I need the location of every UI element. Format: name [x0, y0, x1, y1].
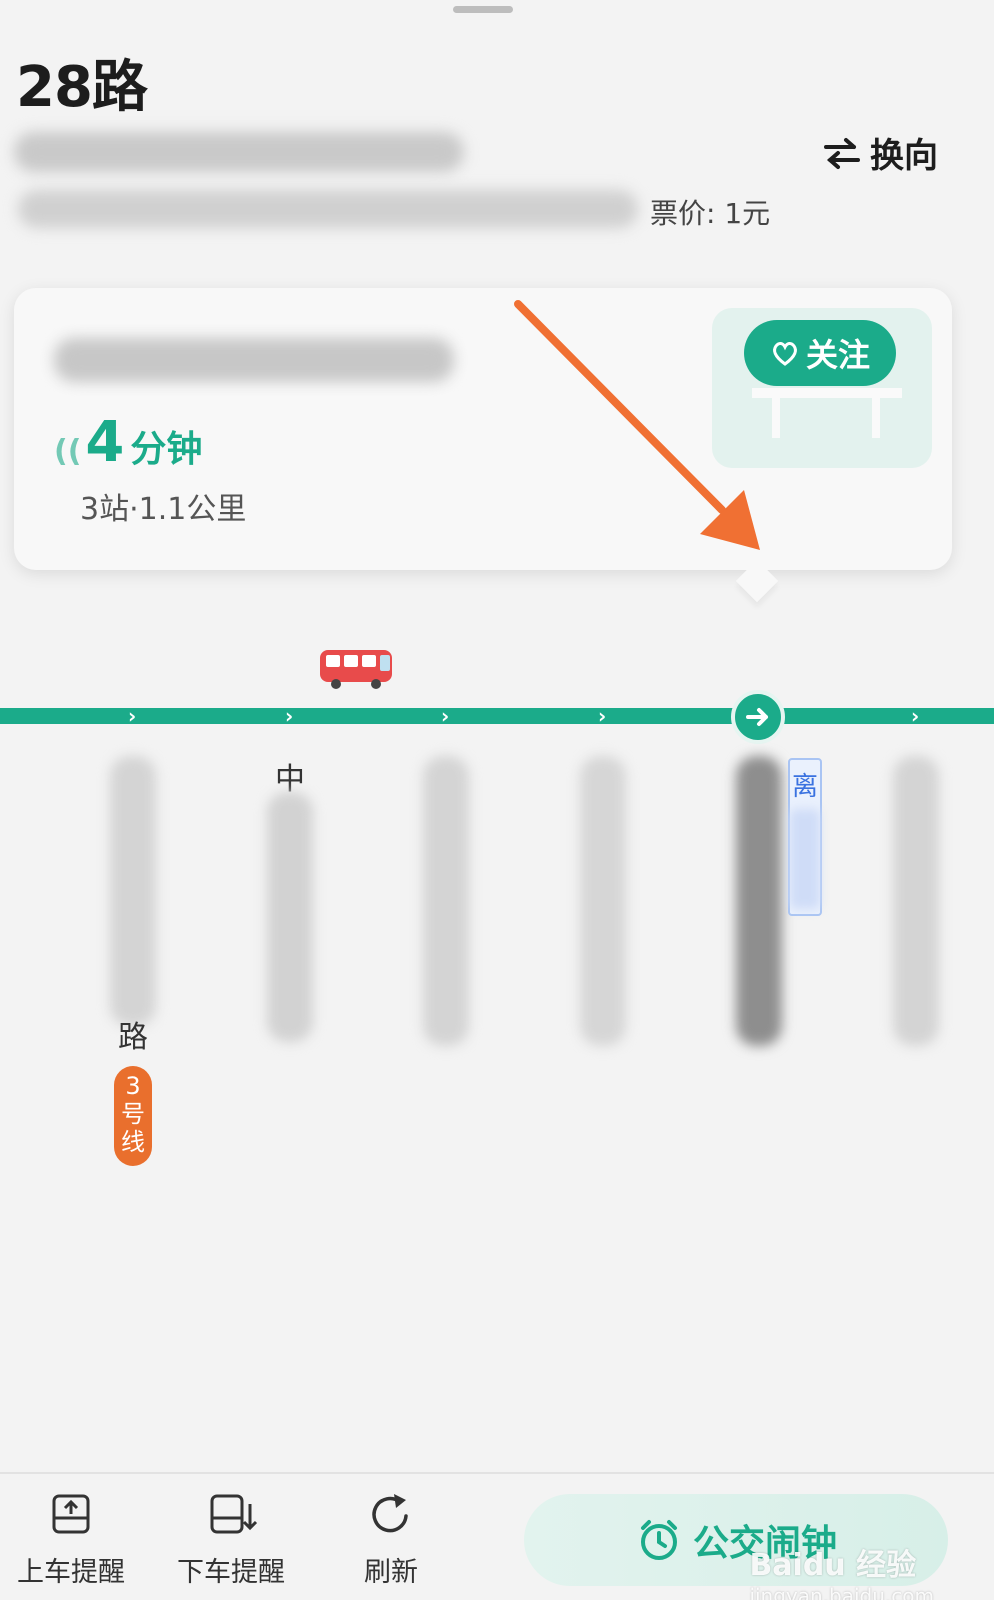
- realtime-signal-icon: ((: [54, 434, 82, 469]
- alight-reminder-label: 下车提醒: [177, 1557, 285, 1588]
- station-name-blurred[interactable]: [267, 792, 313, 1042]
- direction-chevron-icon: ›: [911, 704, 920, 728]
- fare-text: 票价: 1元: [650, 197, 771, 230]
- eta-display: (( 4 分钟: [54, 410, 202, 475]
- board-reminder-label: 上车提醒: [17, 1557, 125, 1588]
- station-name-blurred[interactable]: [110, 756, 156, 1026]
- alighting-bus-icon: [210, 1494, 258, 1534]
- station-name-blurred[interactable]: [423, 756, 469, 1046]
- switch-direction-label: 换向: [870, 136, 938, 176]
- refresh-button[interactable]: 刷新: [326, 1488, 456, 1589]
- drag-handle[interactable]: [453, 6, 513, 13]
- board-reminder-button[interactable]: 上车提醒: [6, 1488, 136, 1589]
- direction-chevron-icon: ›: [441, 704, 450, 728]
- alarm-clock-icon: [640, 1520, 677, 1560]
- route-line: [0, 708, 994, 724]
- switch-direction-button[interactable]: 换向: [822, 128, 938, 177]
- heart-icon: [773, 342, 797, 366]
- direction-chevron-icon: ›: [598, 704, 607, 728]
- eta-unit: 分钟: [130, 429, 203, 470]
- arrival-card: 关注 (( 4 分钟 3站·1.1公里: [14, 288, 952, 570]
- route-title: 28路: [16, 55, 148, 120]
- arrow-right-icon: [746, 708, 768, 726]
- refresh-icon: [372, 1494, 408, 1533]
- direction-chevron-icon: ›: [285, 704, 294, 728]
- refresh-label: 刷新: [364, 1557, 418, 1588]
- station-illustration-icon: [712, 308, 932, 468]
- station-label: 路: [118, 1020, 148, 1055]
- watermark: Baidu 经验 jingyan.baidu.com: [749, 1540, 934, 1600]
- follow-button[interactable]: 关注: [744, 320, 896, 386]
- leave-tag-label: 离: [791, 772, 818, 802]
- watermark-brand: Baidu 经验: [749, 1548, 917, 1583]
- alight-reminder-button[interactable]: 下车提醒: [166, 1488, 296, 1589]
- station-name-blurred[interactable]: [580, 756, 626, 1046]
- follow-label: 关注: [805, 336, 870, 374]
- station-name-blurred[interactable]: [893, 756, 939, 1046]
- current-station-name-blurred[interactable]: [736, 756, 782, 1046]
- eta-detail: 3站·1.1公里: [80, 492, 247, 527]
- leave-tag: 离: [788, 758, 822, 916]
- swap-arrows-icon: [824, 137, 860, 169]
- metro-transfer-badge: 3号线: [114, 1066, 152, 1166]
- leave-tag-blurred: [790, 809, 820, 909]
- bus-icon[interactable]: [318, 646, 394, 690]
- watermark-url: jingyan.baidu.com: [749, 1584, 934, 1600]
- boarding-bus-icon: [52, 1494, 90, 1534]
- current-station-marker[interactable]: [731, 690, 785, 744]
- station-name-blurred: [54, 338, 454, 382]
- direction-chevron-icon: ›: [128, 704, 137, 728]
- eta-number: 4: [85, 410, 125, 475]
- route-terminals-blurred: [14, 132, 464, 172]
- route-info-blurred: [18, 190, 638, 228]
